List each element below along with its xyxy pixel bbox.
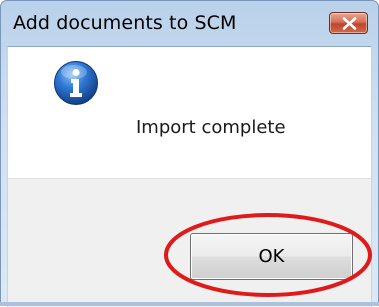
title-bar[interactable]: Add documents to SCM (1, 1, 378, 47)
window-bottom-border (0, 302, 379, 306)
ok-button[interactable]: OK (190, 233, 353, 280)
close-button[interactable] (329, 12, 368, 34)
message-text: Import complete (136, 117, 286, 138)
dialog-title: Add documents to SCM (13, 12, 237, 34)
info-icon (54, 61, 98, 105)
close-icon (342, 17, 357, 30)
